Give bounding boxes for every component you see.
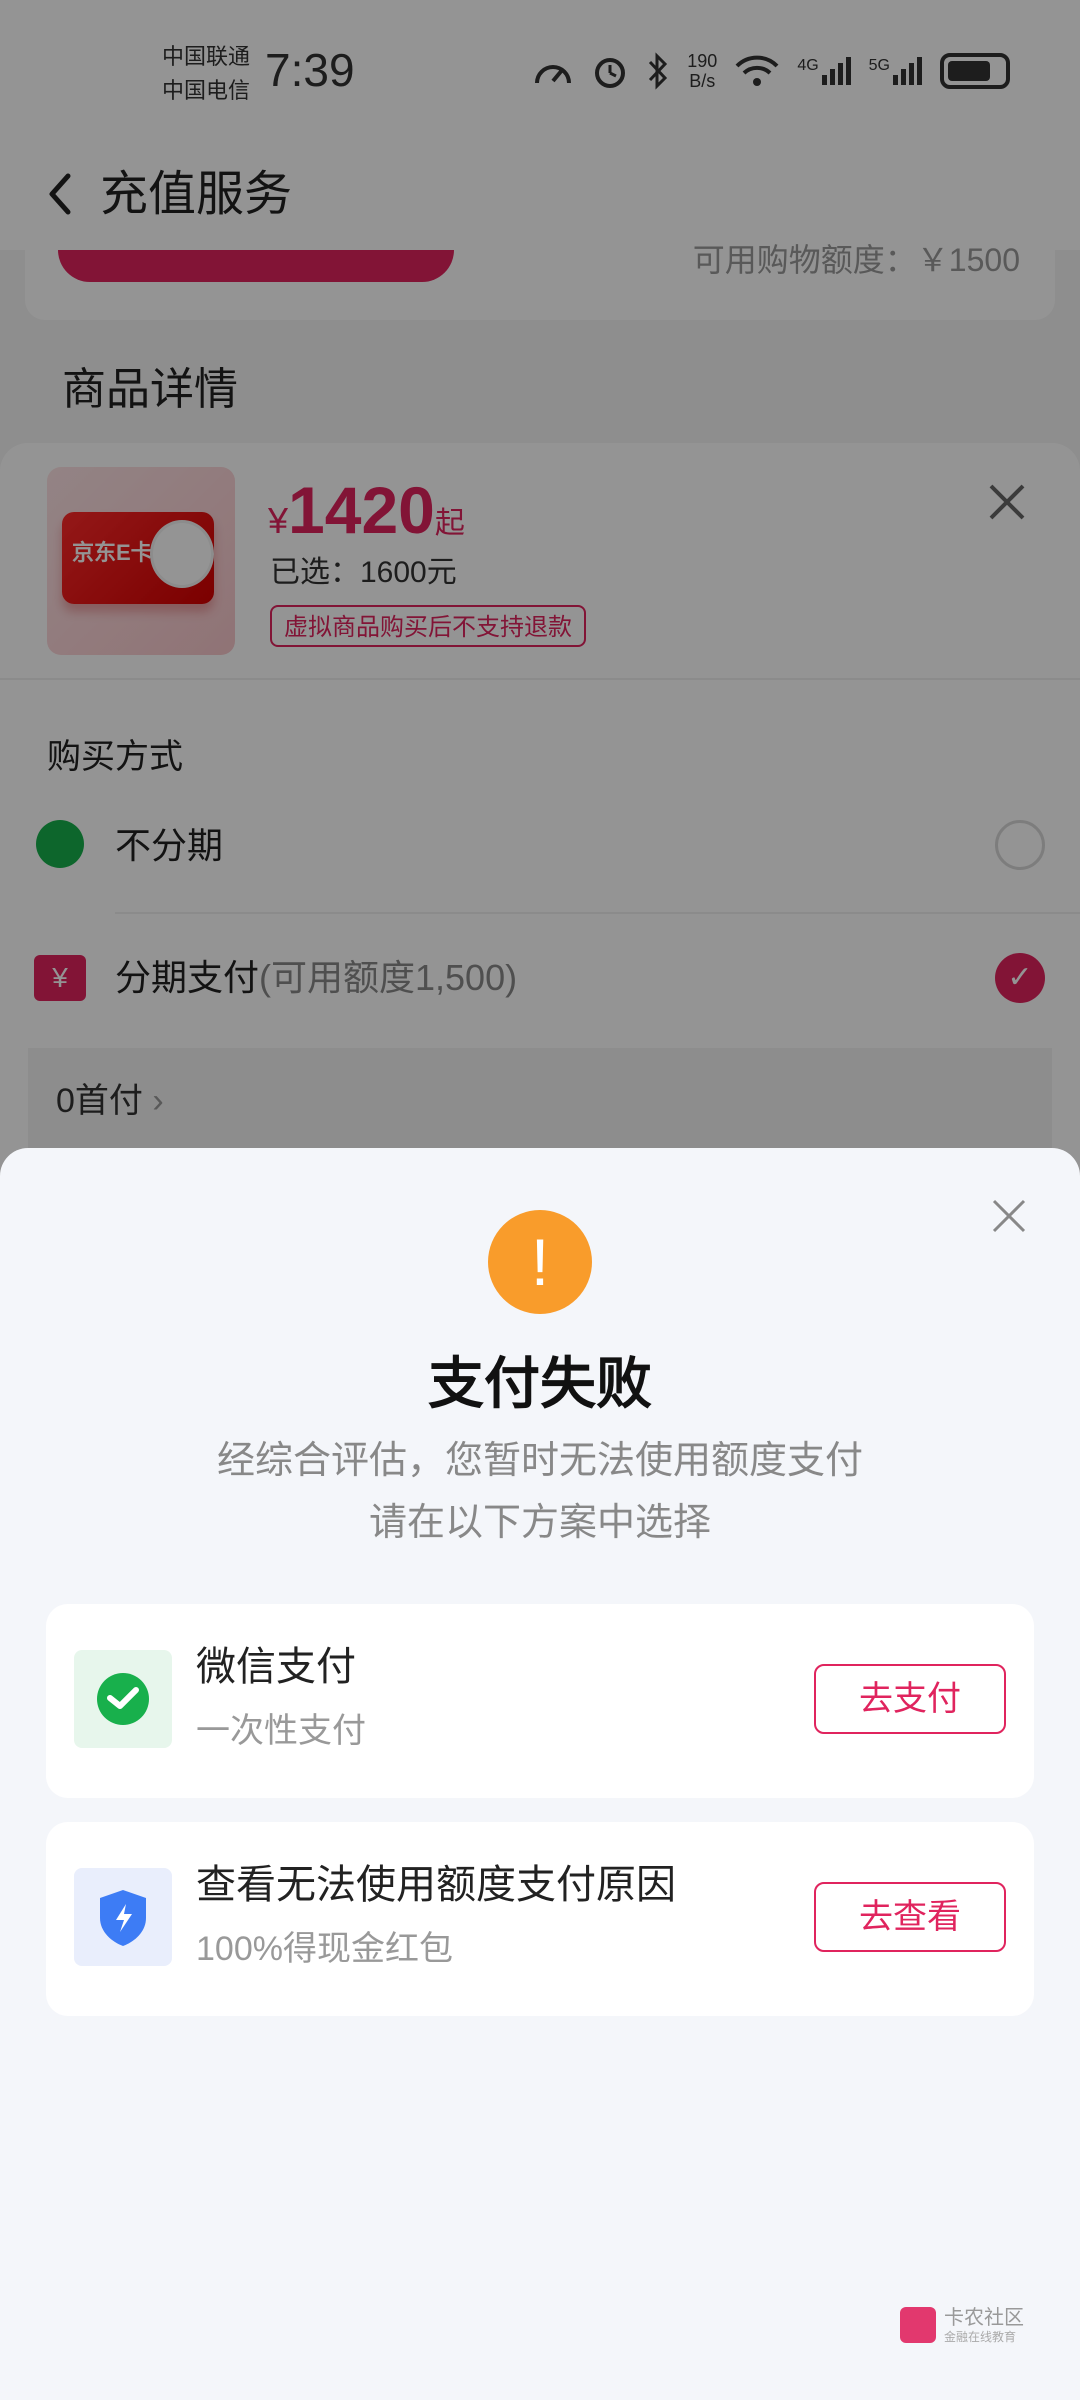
go-pay-button[interactable]: 去支付 — [814, 1664, 1006, 1734]
card-title: 微信支付 — [196, 1645, 356, 1689]
desc-line-1: 经综合评估，您暂时无法使用额度支付 — [216, 1440, 863, 1482]
watermark-logo-icon — [900, 2307, 936, 2343]
watermark-sub: 金融在线教育 — [944, 2330, 1017, 2344]
card-title: 查看无法使用额度支付原因 — [196, 1863, 676, 1907]
shield-bolt-icon — [74, 1868, 172, 1966]
watermark: 卡农社区 金融在线教育 — [900, 2306, 1024, 2344]
card-subtitle: 一次性支付 — [196, 1712, 366, 1750]
shield-bolt-icon-graphic — [100, 1890, 146, 1946]
go-view-button[interactable]: 去查看 — [814, 1882, 1006, 1952]
card-subtitle: 100%得现金红包 — [196, 1930, 453, 1968]
watermark-text: 卡农社区 金融在线教育 — [944, 2306, 1024, 2344]
payment-failed-title: 支付失败 — [428, 1352, 652, 1415]
wechat-pay-icon-graphic — [97, 1673, 149, 1725]
desc-line-2: 请在以下方案中选择 — [368, 1502, 711, 1544]
payment-failed-desc: 经综合评估，您暂时无法使用额度支付 请在以下方案中选择 — [0, 1430, 1080, 1554]
option-card-view-reason: 查看无法使用额度支付原因 100%得现金红包 去查看 — [46, 1822, 1034, 2016]
close-icon[interactable] — [988, 1195, 1030, 1237]
warning-icon: ! — [488, 1210, 592, 1314]
option-card-wechat-pay: 微信支付 一次性支付 去支付 — [46, 1604, 1034, 1798]
watermark-name: 卡农社区 — [944, 2307, 1024, 2329]
wechat-pay-icon — [74, 1650, 172, 1748]
